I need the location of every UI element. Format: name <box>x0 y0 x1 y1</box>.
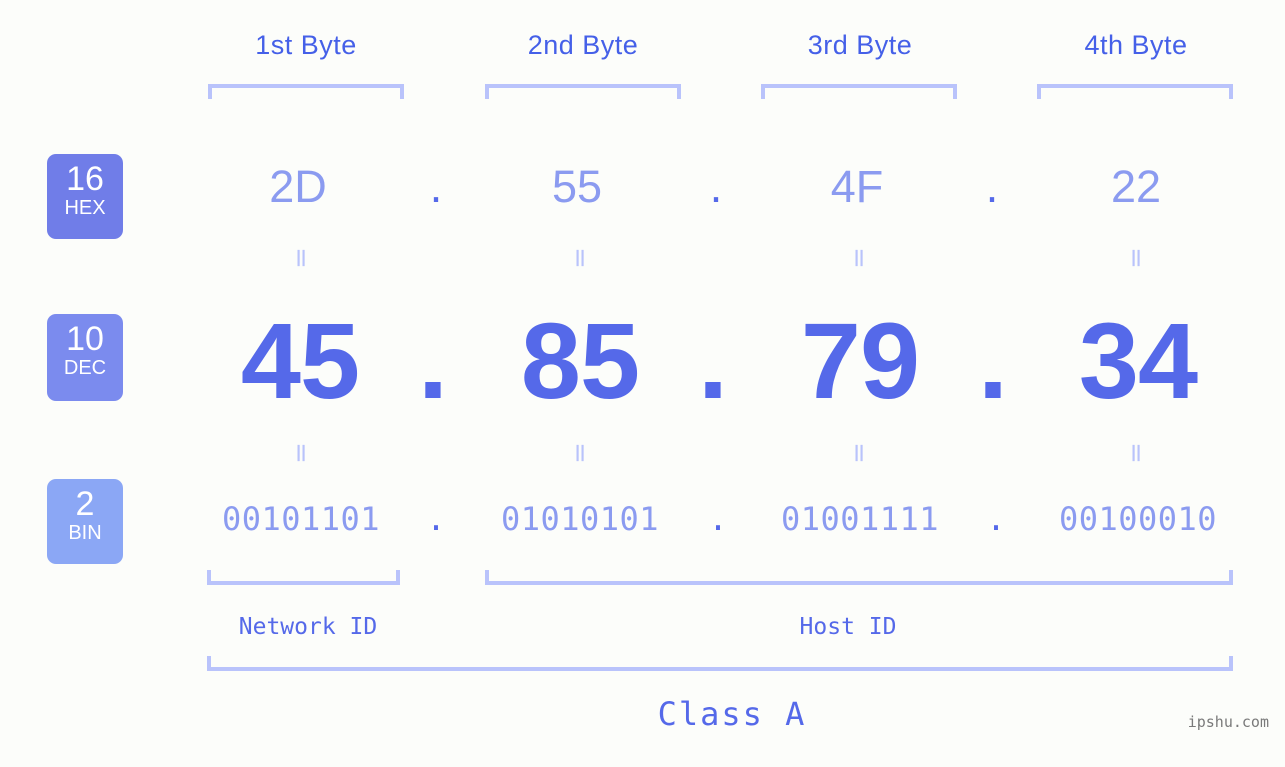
hex-separator-1: . <box>429 161 443 212</box>
host-id-bracket <box>485 570 1233 585</box>
equality-mark-hex-dec-4: = <box>1121 247 1151 271</box>
byte-label-1: 1st Byte <box>255 30 357 60</box>
bin-octet-4: 00100010 <box>1058 500 1218 538</box>
bin-octet-2: 01010101 <box>500 500 660 538</box>
base-badge-hex-abbr: HEX <box>64 197 106 219</box>
equality-mark-hex-dec-1: = <box>286 247 316 271</box>
network-id-label: Network ID <box>238 614 378 640</box>
byte-label-3: 3rd Byte <box>807 30 913 60</box>
hex-separator-3: . <box>985 161 999 212</box>
byte-label-2: 2nd Byte <box>527 30 639 60</box>
byte-bracket-1 <box>208 84 404 99</box>
dec-octet-2: 85 <box>520 300 640 421</box>
base-badge-dec-abbr: DEC <box>63 357 107 379</box>
class-bracket <box>207 656 1233 671</box>
network-id-bracket <box>207 570 400 585</box>
bin-octet-3: 01001111 <box>780 500 940 538</box>
hex-octet-2: 55 <box>551 161 603 212</box>
dec-octet-4: 34 <box>1078 300 1198 421</box>
base-badge-dec: 10 DEC <box>47 314 123 401</box>
base-badge-dec-number: 10 <box>66 320 104 358</box>
bin-separator-3: . <box>986 500 1006 538</box>
bin-separator-1: . <box>426 500 446 538</box>
dec-separator-2: . <box>697 300 728 421</box>
dec-octet-3: 79 <box>800 300 920 421</box>
equality-mark-hex-dec-3: = <box>844 247 874 271</box>
bin-separator-2: . <box>708 500 728 538</box>
dec-octet-1: 45 <box>240 300 360 421</box>
equality-mark-dec-bin-4: = <box>1121 442 1151 466</box>
bin-octet-1: 00101101 <box>221 500 381 538</box>
ip-address-breakdown-diagram: 1st Byte 2nd Byte 3rd Byte 4th Byte 16 H… <box>0 0 1285 767</box>
equality-mark-dec-bin-2: = <box>565 442 595 466</box>
byte-bracket-2 <box>485 84 681 99</box>
base-badge-hex-number: 16 <box>66 160 104 198</box>
equality-mark-hex-dec-2: = <box>565 247 595 271</box>
byte-label-4: 4th Byte <box>1084 30 1188 60</box>
byte-bracket-4 <box>1037 84 1233 99</box>
hex-octet-1: 2D <box>269 161 327 212</box>
host-id-label: Host ID <box>799 614 897 640</box>
base-badge-hex: 16 HEX <box>47 154 123 239</box>
equality-mark-dec-bin-3: = <box>844 442 874 466</box>
hex-octet-4: 22 <box>1110 161 1162 212</box>
hex-separator-2: . <box>709 161 723 212</box>
dec-separator-3: . <box>977 300 1008 421</box>
dec-separator-1: . <box>417 300 448 421</box>
base-badge-bin-number: 2 <box>75 485 95 523</box>
equality-mark-dec-bin-1: = <box>286 442 316 466</box>
site-watermark: ipshu.com <box>1187 713 1269 731</box>
base-badge-bin: 2 BIN <box>47 479 123 564</box>
byte-bracket-3 <box>761 84 957 99</box>
class-label: Class A <box>657 695 807 733</box>
base-badge-bin-abbr: BIN <box>68 522 102 544</box>
hex-octet-3: 4F <box>830 161 884 212</box>
